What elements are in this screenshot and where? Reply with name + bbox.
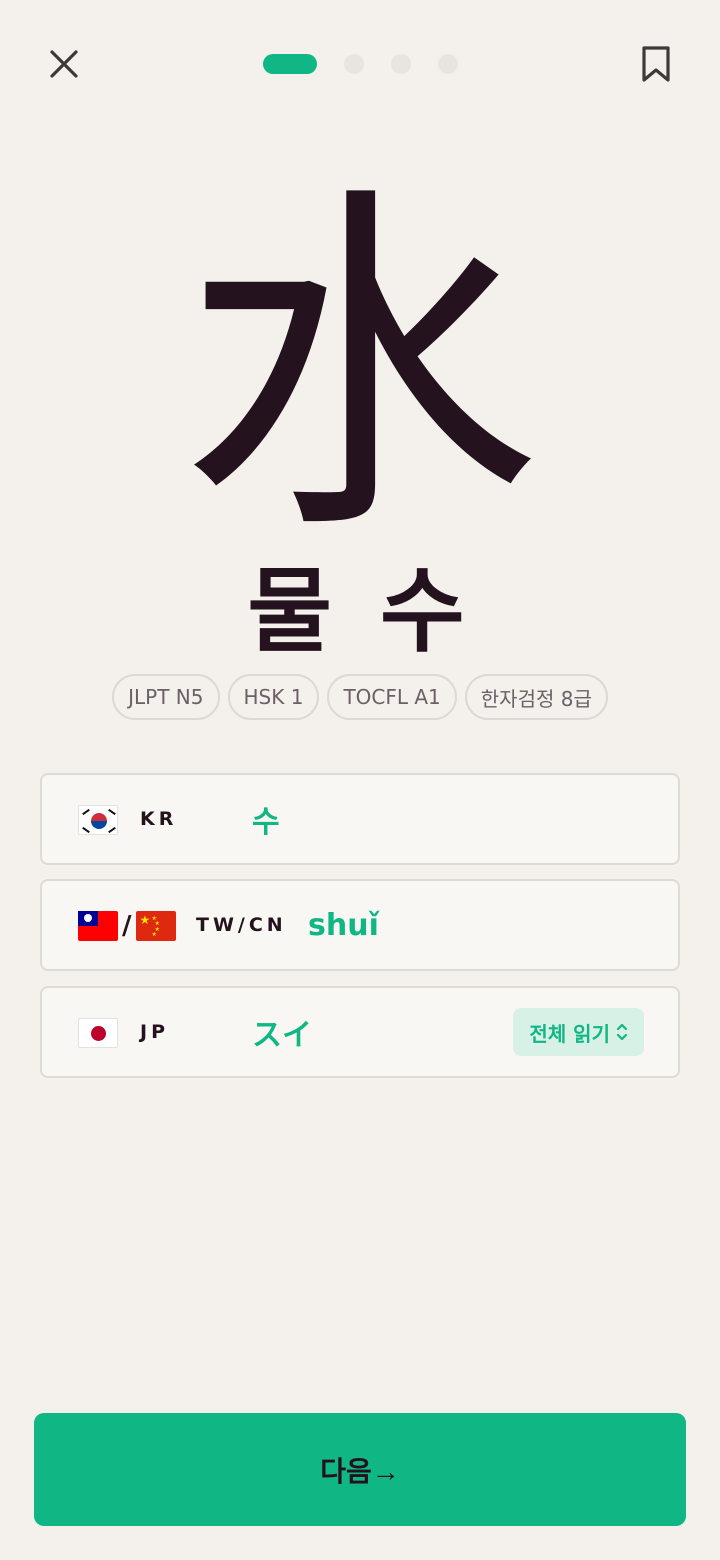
chevron-updown-icon: [616, 1022, 628, 1042]
flag-group-jp: [78, 1014, 118, 1052]
region-label-twcn: TW/CN: [196, 914, 287, 936]
tag-tocfl: TOCFL A1: [327, 674, 457, 720]
sound-jp: スイ: [252, 1018, 312, 1053]
reading-row-jp: JP スイ 전체 읽기: [40, 986, 680, 1078]
flag-group-kr: [78, 801, 118, 839]
read-all-label: 전체 읽기: [529, 1021, 610, 1046]
close-button[interactable]: [40, 40, 88, 88]
flag-separator: /: [122, 911, 132, 941]
sound-twcn: shuǐ: [308, 907, 379, 943]
region-label-kr: KR: [140, 808, 178, 830]
region-label-jp: JP: [140, 1021, 169, 1043]
korea-flag-icon: [78, 805, 118, 835]
flag-group-twcn: / ★ ★ ★ ★ ★: [78, 907, 176, 945]
progress-dot-active: [263, 54, 317, 74]
hanja-meaning: 물 수: [247, 558, 473, 665]
bookmark-icon: [642, 46, 670, 82]
tag-hanja-exam: 한자검정 8급: [464, 674, 608, 720]
close-icon: [50, 50, 78, 78]
progress-dot: [344, 54, 364, 74]
progress-dot: [391, 54, 411, 74]
level-tags: JLPT N5 HSK 1 TOCFL A1 한자검정 8급: [0, 674, 720, 720]
taiwan-flag-icon: [78, 911, 118, 941]
tag-jlpt: JLPT N5: [112, 674, 220, 720]
tag-hsk: HSK 1: [227, 674, 320, 720]
progress-dot: [438, 54, 458, 74]
china-flag-icon: ★ ★ ★ ★ ★: [135, 911, 176, 941]
reading-row-kr: KR 수: [40, 773, 680, 865]
japan-flag-icon: [78, 1018, 118, 1048]
read-all-button[interactable]: 전체 읽기: [513, 1008, 644, 1056]
progress-indicator: [263, 53, 458, 75]
top-bar: [0, 0, 720, 130]
reading-row-twcn: / ★ ★ ★ ★ ★ TW/CN shuǐ: [40, 879, 680, 971]
sound-kr: 수: [252, 805, 280, 840]
bookmark-button[interactable]: [632, 40, 680, 88]
next-button[interactable]: 다음→: [34, 1413, 686, 1526]
hanja-character: 水: [180, 158, 540, 577]
